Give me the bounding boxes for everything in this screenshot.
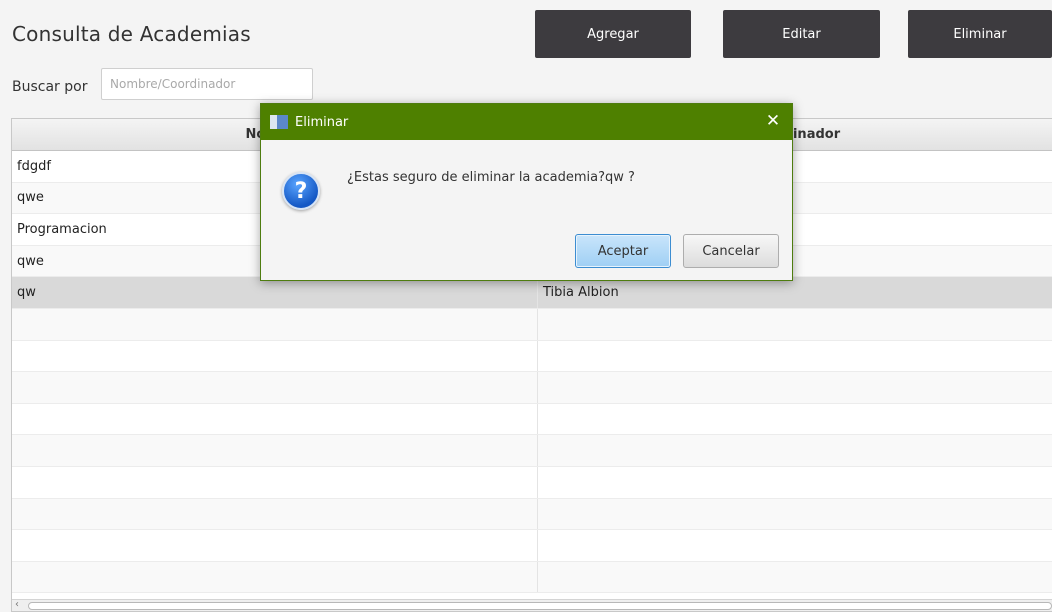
close-icon[interactable]: ✕ bbox=[762, 110, 784, 132]
cell-coordinador bbox=[538, 467, 1052, 498]
cell-coordinador bbox=[538, 309, 1052, 340]
table-row[interactable]: qw Tibia Albion bbox=[12, 277, 1052, 309]
scrollbar-thumb[interactable] bbox=[28, 602, 1052, 610]
question-icon: ? bbox=[282, 172, 320, 210]
horizontal-scrollbar[interactable]: ‹ bbox=[12, 599, 1052, 611]
cell-nombre bbox=[12, 308, 538, 340]
cell-coordinador bbox=[538, 404, 1052, 435]
cell-coordinador bbox=[538, 499, 1052, 530]
table-row[interactable] bbox=[12, 561, 1052, 594]
table-row[interactable] bbox=[12, 498, 1052, 531]
dialog-message: ¿Estas seguro de eliminar la academia?qw… bbox=[347, 170, 635, 185]
cell-coordinador: Tibia Albion bbox=[543, 285, 619, 301]
table-row[interactable] bbox=[12, 340, 1052, 373]
search-input[interactable] bbox=[101, 68, 313, 100]
search-label: Buscar por bbox=[12, 79, 88, 95]
table-row[interactable] bbox=[12, 435, 1052, 467]
cell-nombre bbox=[12, 498, 538, 530]
table-row[interactable] bbox=[12, 308, 1052, 341]
delete-confirm-dialog: Eliminar ✕ ? ¿Estas seguro de eliminar l… bbox=[260, 103, 793, 281]
cell-nombre bbox=[12, 435, 538, 466]
table-row[interactable] bbox=[12, 530, 1052, 562]
cell-nombre bbox=[12, 340, 538, 372]
cell-nombre bbox=[12, 561, 538, 593]
cell-coordinador bbox=[538, 530, 1052, 561]
app-window-icon bbox=[270, 115, 288, 129]
cell-nombre bbox=[12, 372, 538, 403]
accept-button[interactable]: Aceptar bbox=[575, 234, 671, 268]
cell-nombre: qw bbox=[12, 277, 538, 308]
dialog-titlebar[interactable]: Eliminar ✕ bbox=[261, 104, 792, 140]
cancel-button[interactable]: Cancelar bbox=[683, 234, 779, 268]
scroll-left-icon[interactable]: ‹ bbox=[15, 599, 19, 610]
table-row[interactable] bbox=[12, 372, 1052, 404]
table-row[interactable] bbox=[12, 466, 1052, 499]
add-button[interactable]: Agregar bbox=[535, 10, 691, 58]
cell-nombre bbox=[12, 466, 538, 498]
cell-nombre bbox=[12, 530, 538, 561]
dialog-title: Eliminar bbox=[295, 114, 349, 130]
edit-button[interactable]: Editar bbox=[723, 10, 880, 58]
delete-button[interactable]: Eliminar bbox=[908, 10, 1052, 58]
cell-nombre bbox=[12, 403, 538, 435]
page-title: Consulta de Academias bbox=[12, 22, 251, 46]
cell-coordinador bbox=[538, 562, 1052, 593]
cell-coordinador bbox=[538, 372, 1052, 403]
main-window: Consulta de Academias Agregar Editar Eli… bbox=[0, 0, 1052, 612]
cell-coordinador bbox=[538, 435, 1052, 466]
cell-coordinador bbox=[538, 341, 1052, 372]
table-row[interactable] bbox=[12, 403, 1052, 436]
